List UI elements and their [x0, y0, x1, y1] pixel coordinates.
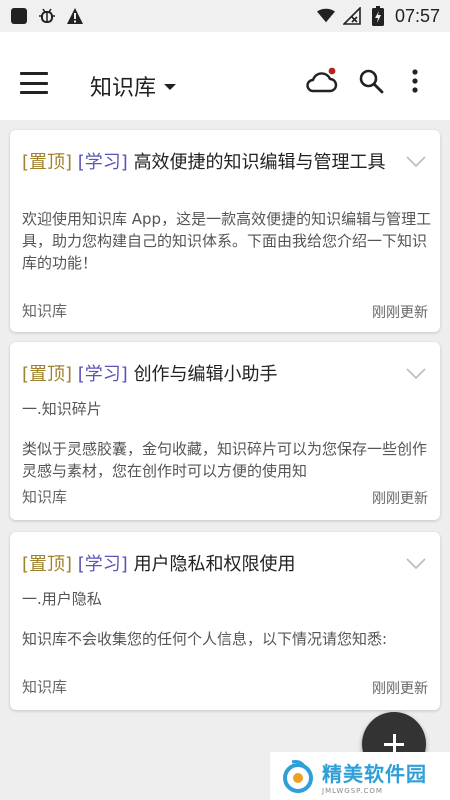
page-title: 知识库	[90, 76, 157, 101]
menu-icon	[20, 72, 48, 75]
card-body: 欢迎使用知识库 App，这是一款高效便捷的知识编辑与管理工具，助力您构建自己的知…	[22, 210, 432, 272]
category-tag: [学习]	[77, 554, 128, 575]
card-updated: 刚刚更新	[372, 305, 428, 321]
more-options-button[interactable]	[398, 64, 432, 98]
card-body: 类似于灵感胶囊，金句收藏，知识碎片可以为您保存一些创作灵感与素材，您在创作时可以…	[22, 440, 428, 480]
card-title: [置顶] [学习] 用户隐私和权限使用	[22, 552, 402, 578]
watermark: 精美软件园 JMLWGSP.COM	[270, 752, 450, 800]
card-updated: 刚刚更新	[372, 491, 428, 507]
card-source: 知识库	[22, 302, 68, 320]
note-card[interactable]: [置顶] [学习] 用户隐私和权限使用 一.用户隐私 知识库不会收集您的任何个人…	[10, 532, 440, 710]
battery-charging-icon	[369, 6, 387, 26]
pinned-tag: [置顶]	[22, 554, 73, 575]
watermark-name: 精美软件园	[322, 761, 427, 786]
caret-down-icon	[164, 84, 177, 90]
note-list: [置顶] [学习] 高效便捷的知识编辑与管理工具 欢迎使用知识库 App，这是一…	[0, 120, 450, 800]
card-title: [置顶] [学习] 高效便捷的知识编辑与管理工具	[22, 150, 402, 176]
no-signal-icon	[342, 7, 361, 25]
warning-icon	[66, 7, 84, 25]
bug-icon	[38, 7, 56, 25]
card-updated: 刚刚更新	[372, 681, 428, 697]
app-bar: 知识库	[0, 32, 450, 120]
watermark-logo-icon	[283, 760, 313, 793]
status-bar: 07:57	[0, 0, 450, 32]
stop-icon	[10, 7, 28, 25]
more-vert-icon	[412, 69, 418, 93]
card-title-text: 创作与编辑小助手	[133, 364, 278, 385]
category-tag: [学习]	[77, 152, 128, 173]
cloud-sync-icon	[306, 67, 338, 93]
pinned-tag: [置顶]	[22, 152, 73, 173]
card-source: 知识库	[22, 678, 68, 696]
card-title: [置顶] [学习] 创作与编辑小助手	[22, 362, 402, 388]
card-source: 知识库	[22, 488, 68, 506]
wifi-icon	[316, 7, 335, 25]
card-subtitle: 一.用户隐私	[22, 590, 102, 608]
watermark-url: JMLWGSP.COM	[322, 786, 383, 795]
cloud-sync-button[interactable]	[304, 64, 338, 98]
card-body: 知识库不会收集您的任何个人信息，以下情况请您知悉:	[22, 630, 388, 648]
chevron-down-icon[interactable]	[406, 558, 426, 570]
menu-button[interactable]	[20, 72, 48, 94]
status-time: 07:57	[394, 5, 440, 26]
card-subtitle: 一.知识碎片	[22, 400, 102, 418]
chevron-down-icon[interactable]	[406, 368, 426, 380]
card-title-text: 高效便捷的知识编辑与管理工具	[133, 152, 386, 173]
search-button[interactable]	[354, 64, 388, 98]
card-title-text: 用户隐私和权限使用	[133, 554, 296, 575]
category-tag: [学习]	[77, 364, 128, 385]
pinned-tag: [置顶]	[22, 364, 73, 385]
note-card[interactable]: [置顶] [学习] 创作与编辑小助手 一.知识碎片 类似于灵感胶囊，金句收藏，知…	[10, 342, 440, 520]
search-icon	[359, 69, 384, 94]
chevron-down-icon[interactable]	[406, 156, 426, 168]
note-card[interactable]: [置顶] [学习] 高效便捷的知识编辑与管理工具 欢迎使用知识库 App，这是一…	[10, 130, 440, 332]
library-selector[interactable]: 知识库	[90, 70, 177, 102]
